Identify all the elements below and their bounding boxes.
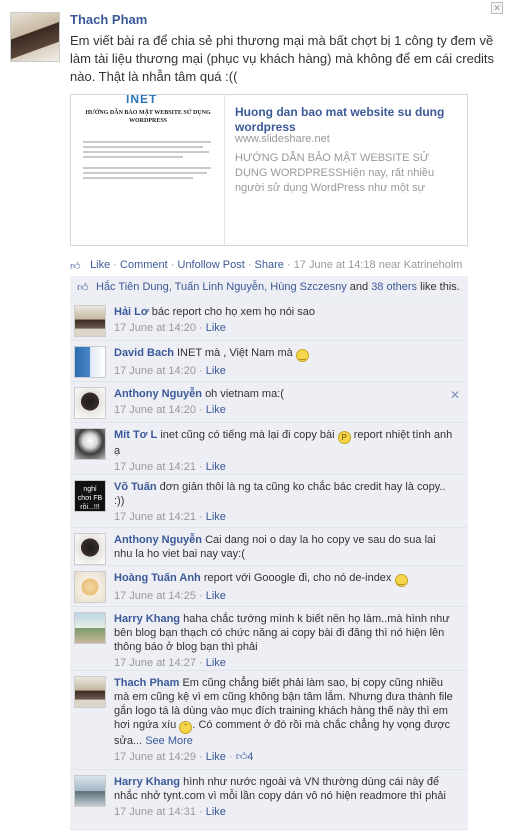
commenter-name[interactable]: Anthony Nguyễn — [114, 388, 202, 400]
comment-like-link[interactable]: Like — [206, 365, 226, 377]
comment-time[interactable]: 17 June at 14:27 — [114, 657, 196, 669]
comment-like-link[interactable]: Like — [206, 322, 226, 334]
comment-item: Hải Lơ bác report cho họ xem họ nói sao … — [70, 300, 468, 341]
share-link[interactable]: Share — [255, 259, 284, 271]
comment-time[interactable]: 17 June at 14:25 — [114, 590, 196, 602]
thumbnail-text-line — [83, 141, 211, 143]
comment-text: đơn giản thôi là ng ta cũng ko chắc bác … — [114, 481, 446, 507]
comment-text: report với Gooogle đi, cho nó de-index — [203, 572, 392, 584]
like-icon: 👍︎ — [70, 261, 81, 272]
comment-time[interactable]: 17 June at 14:20 — [114, 365, 196, 377]
commenter-avatar[interactable] — [74, 571, 106, 603]
embarrassed-emoticon-icon: ˘ — [179, 721, 193, 734]
commenter-name[interactable]: Thach Pham — [114, 677, 179, 689]
close-icon[interactable]: ✕ — [491, 2, 503, 14]
comment-text: oh vietnam ma:( — [205, 388, 284, 400]
comment-like-link[interactable]: Like — [206, 657, 226, 669]
commenter-name[interactable]: Hải Lơ — [114, 306, 149, 318]
commenter-avatar[interactable] — [74, 387, 106, 419]
comment-likes-icon[interactable]: 👍︎ — [236, 751, 248, 763]
comment-item: Hoàng Tuấn Anh report với Gooogle đi, ch… — [70, 566, 468, 607]
comment-item: nghỉ chơi FB rồi...!!! Võ Tuấn đơn giản … — [70, 475, 468, 528]
thumbs-up-icon: 👍︎ — [77, 282, 89, 294]
commenter-avatar[interactable] — [74, 428, 106, 460]
like-link[interactable]: Like — [90, 259, 110, 271]
commenter-avatar[interactable]: nghỉ chơi FB rồi...!!! — [74, 480, 106, 512]
comment-likes-count[interactable]: 4 — [247, 751, 253, 763]
commenter-name[interactable]: Võ Tuấn — [114, 481, 157, 493]
commenter-avatar[interactable] — [74, 346, 106, 378]
thumbnail-text-line — [83, 177, 193, 179]
comment-item: David Bach INET mà , Việt Nam mà ‿ 17 Ju… — [70, 341, 468, 382]
likers-names[interactable]: Hắc Tiên Dung, Tuấn Linh Nguyễn, Hùng Sz… — [96, 281, 347, 293]
shared-link-title[interactable]: Huong dan bao mat website su dung wordpr… — [235, 105, 463, 135]
likes-suffix: like this. — [420, 281, 460, 293]
likes-and: and — [349, 281, 369, 293]
comment-item: Thach Pham Em cũng chẳng biết phải làm s… — [70, 671, 468, 770]
comment-time[interactable]: 17 June at 14:20 — [114, 404, 196, 416]
likes-summary: 👍︎ Hắc Tiên Dung, Tuấn Linh Nguyễn, Hùng… — [70, 276, 468, 300]
comment-like-link[interactable]: Like — [206, 461, 226, 473]
comment-item: Harry Khang haha chắc tướng mình k biết … — [70, 607, 468, 671]
commenter-avatar[interactable] — [74, 305, 106, 337]
comment-like-link[interactable]: Like — [206, 806, 226, 818]
commenter-name[interactable]: Anthony Nguyễn — [114, 534, 202, 546]
thumbnail-text-line — [83, 167, 211, 169]
commenter-avatar[interactable] — [74, 676, 106, 708]
comment-time[interactable]: 17 June at 14:31 — [114, 806, 196, 818]
thumbnail-logo: INET — [126, 95, 158, 106]
comment-like-link[interactable]: Like — [206, 751, 226, 763]
comment-like-link[interactable]: Like — [206, 590, 226, 602]
thumbnail-text-line — [83, 146, 203, 148]
shared-link-card[interactable]: INET HƯỚNG DẪN BẢO MẬT WEBSITE SỬ DỤNG W… — [70, 94, 468, 246]
thumbnail-title: HƯỚNG DẪN BẢO MẬT WEBSITE SỬ DỤNG WORDPR… — [85, 110, 211, 124]
post-action-bar: 👍︎ Like · Comment · Unfollow Post · Shar… — [70, 259, 463, 272]
comment-time[interactable]: 17 June at 14:29 — [114, 751, 196, 763]
commenter-avatar[interactable] — [74, 612, 106, 644]
post-text: Em viết bài ra để chia sẻ phi thương mại… — [70, 33, 495, 84]
comment-like-link[interactable]: Like — [206, 511, 226, 523]
comment-time[interactable]: 17 June at 14:21 — [114, 511, 196, 523]
comment-text: bác report cho họ xem họ nói sao — [151, 306, 316, 318]
post-timestamp[interactable]: 17 June at 14:18 near Katrineholm — [294, 259, 463, 271]
comment-item: Harry Khang hình như nước ngoài và VN th… — [70, 770, 468, 830]
remove-comment-icon[interactable]: ✕ — [450, 388, 460, 402]
comment-item: Mít Tơ L inet cũng có tiếng mà lại đi co… — [70, 423, 468, 475]
comment-text: INET mà , Việt Nam mà — [176, 347, 293, 359]
commenter-name[interactable]: Harry Khang — [114, 613, 180, 625]
author-name[interactable]: Thach Pham — [70, 12, 147, 27]
comment-time[interactable]: 17 June at 14:21 — [114, 461, 196, 473]
shared-link-domain: www.slideshare.net — [235, 133, 330, 145]
thumbnail-text-line — [83, 151, 209, 153]
commenter-name[interactable]: David Bach — [114, 347, 174, 359]
comment-like-link[interactable]: Like — [206, 404, 226, 416]
comment-text: inet cũng có tiếng mà lại đi copy bài — [160, 429, 335, 441]
commenter-avatar[interactable] — [74, 775, 106, 807]
thumbnail-text-line — [83, 156, 183, 158]
unfollow-link[interactable]: Unfollow Post — [178, 259, 245, 271]
shared-link-description: HƯỚNG DẪN BẢO MẬT WEBSITE SỬ DỤNG WORDPR… — [235, 152, 435, 194]
thumbnail-text-line — [83, 172, 207, 174]
tongue-emoticon-icon: P — [337, 431, 351, 444]
smile-emoticon-icon: ‿ — [295, 349, 309, 362]
smile-emoticon-icon: ‿ — [394, 574, 408, 587]
author-avatar[interactable] — [10, 12, 60, 62]
commenter-avatar[interactable] — [74, 533, 106, 565]
shared-link-thumbnail[interactable]: INET HƯỚNG DẪN BẢO MẬT WEBSITE SỬ DỤNG W… — [71, 95, 225, 245]
comment-item: Anthony Nguyễn Cai dang noi o day la ho … — [70, 528, 468, 566]
likes-others-link[interactable]: 38 others — [371, 281, 417, 293]
commenter-name[interactable]: Hoàng Tuấn Anh — [114, 572, 201, 584]
comment-link[interactable]: Comment — [120, 259, 168, 271]
commenter-name[interactable]: Mít Tơ L — [114, 429, 157, 441]
see-more-link[interactable]: See More — [145, 735, 193, 747]
comment-item: Anthony Nguyễn oh vietnam ma:( 17 June a… — [70, 382, 468, 423]
commenter-name[interactable]: Harry Khang — [114, 776, 180, 788]
comment-time[interactable]: 17 June at 14:20 — [114, 322, 196, 334]
